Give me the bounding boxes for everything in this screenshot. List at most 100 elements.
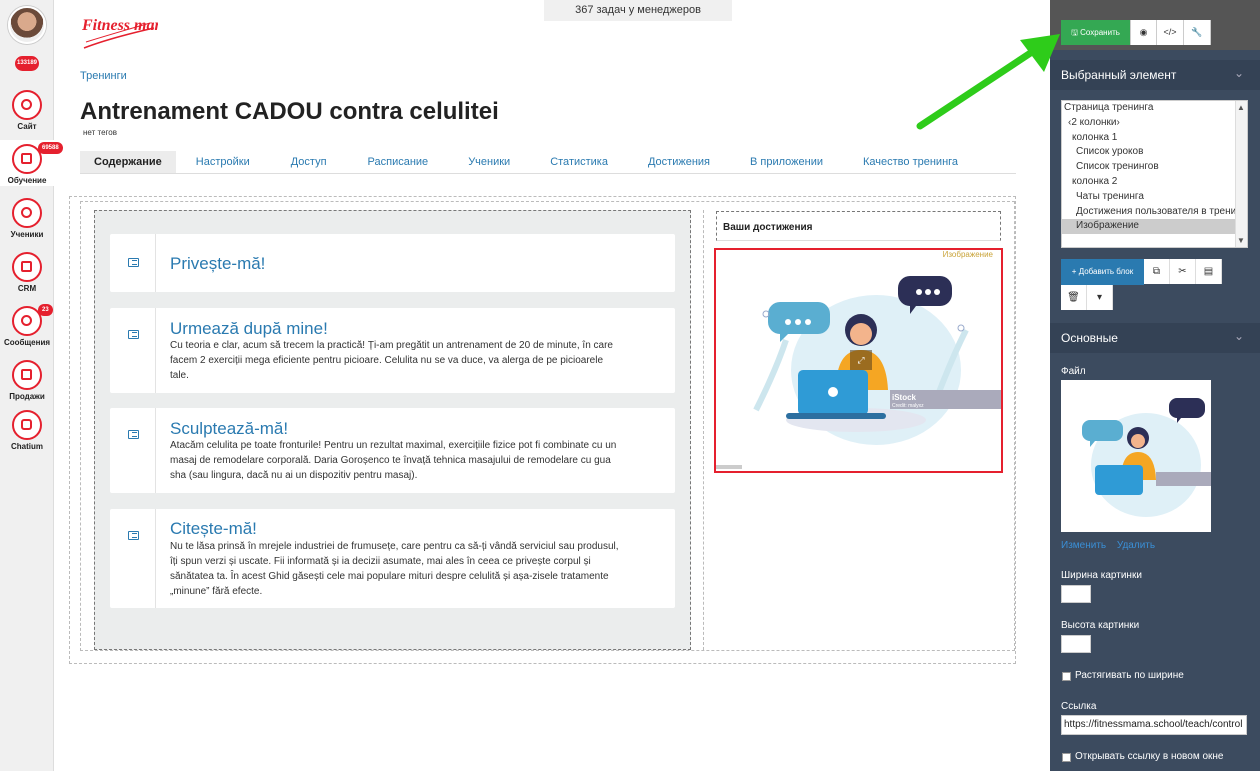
lesson-list-icon [110, 408, 156, 493]
tab-training-quality[interactable]: Качество тренинга [843, 151, 978, 173]
lesson-card[interactable]: Urmează după mine! Cu teoria e clar, acu… [110, 308, 675, 393]
paste-icon[interactable]: ▤ [1196, 259, 1222, 284]
nav-badge: 23 [38, 304, 53, 316]
globe-icon [12, 90, 42, 120]
chatium-icon [12, 410, 42, 440]
tree-scrollbar[interactable] [1235, 101, 1247, 247]
lesson-card[interactable]: Privește-mă! [110, 234, 675, 292]
tab-bar: Содержание Настройки Доступ Расписание У… [80, 151, 1016, 174]
expand-icon[interactable]: ⤢ [850, 350, 872, 370]
preview-eye-icon[interactable]: ◉ [1131, 20, 1157, 45]
element-tree[interactable]: Страница тренинга ‹2 колонки› колонка 1 … [1061, 100, 1248, 248]
nav-item-crm[interactable]: CRM [0, 252, 54, 293]
lesson-description: Nu te lăsa prinsă în mrejele industriei … [170, 541, 619, 597]
achievements-block[interactable]: Ваши достижения [716, 211, 1001, 241]
tree-item[interactable]: Достижения пользователя в тренинге [1062, 205, 1247, 220]
link-input[interactable]: https://fitnessmama.school/teach/control [1061, 715, 1247, 735]
user-icon [12, 198, 42, 228]
tree-item[interactable]: Чаты тренинга [1062, 190, 1247, 205]
lesson-title[interactable]: Citește-mă! [170, 519, 257, 539]
nav-badge: 69588 [38, 142, 63, 154]
wallet-icon [12, 360, 42, 390]
save-button[interactable]: 🖫 Сохранить [1061, 20, 1131, 45]
lesson-description: Cu teoria e clar, acum să trecem la prac… [170, 340, 613, 381]
nav-item-chatium[interactable]: Chatium [0, 410, 54, 451]
scissors-icon[interactable]: ✂ [1170, 259, 1196, 284]
file-thumbnail[interactable] [1061, 380, 1211, 532]
chevron-down-icon[interactable]: ⌄ [1234, 66, 1244, 80]
new-window-label: Открывать ссылку в новом окне [1075, 751, 1224, 762]
tree-item[interactable]: Список уроков [1062, 145, 1247, 160]
caret-down-icon[interactable]: ▾ [1087, 285, 1113, 310]
chat-icon: 23 [12, 304, 53, 336]
tab-in-app[interactable]: В приложении [730, 151, 843, 173]
avatar[interactable] [8, 6, 46, 44]
panel-section-title: Основные [1061, 331, 1118, 345]
file-label: Файл [1061, 366, 1086, 377]
file-actions: Изменить Удалить [1061, 540, 1163, 551]
tab-schedule[interactable]: Расписание [348, 151, 449, 173]
tree-item[interactable]: колонка 1 [1062, 131, 1247, 146]
tree-item-selected[interactable]: Изображение [1062, 219, 1247, 235]
istock-credit: Credit: malyxz [892, 403, 924, 409]
lesson-title[interactable]: Privește-mă! [170, 254, 265, 274]
nav-item-messages[interactable]: 23 Сообщения [0, 304, 54, 347]
lesson-card[interactable]: Sculptează-mă! Atacăm celulita pe toate … [110, 408, 675, 493]
nav-label: CRM [17, 284, 37, 293]
image-height-input[interactable] [1061, 635, 1091, 653]
fitness-mama-logo[interactable]: Fitness mama [80, 14, 158, 52]
image-block-selected[interactable]: iStock Credit: malyxz Изображение ⤢ [714, 248, 1003, 473]
lesson-list-icon [110, 509, 156, 608]
thumbnail-image [1082, 398, 1211, 517]
tree-item[interactable]: Страница тренинга [1062, 101, 1247, 116]
nav-item-students[interactable]: Ученики [0, 198, 54, 239]
tab-content[interactable]: Содержание [80, 151, 176, 173]
change-file-link[interactable]: Изменить [1061, 540, 1106, 551]
tab-achievements[interactable]: Достижения [628, 151, 730, 173]
tab-settings[interactable]: Настройки [176, 151, 270, 173]
basic-section-header[interactable]: Основные ⌄ [1050, 323, 1260, 353]
nav-label: Сайт [17, 122, 37, 131]
tree-item[interactable]: колонка 2 [1062, 175, 1247, 190]
lesson-title[interactable]: Sculptează-mă! [170, 419, 288, 439]
nav-item-learning[interactable]: 69588 Обучение [0, 140, 63, 186]
image-width-input[interactable] [1061, 585, 1091, 603]
document-icon [12, 252, 42, 282]
tree-item[interactable]: Список тренингов [1062, 160, 1247, 175]
nav-label: Сообщения [3, 338, 51, 347]
tab-access[interactable]: Доступ [270, 151, 348, 173]
image-block-label: Изображение [942, 250, 993, 259]
trash-icon[interactable]: 🗑 [1061, 285, 1087, 310]
new-window-checkbox[interactable] [1062, 753, 1071, 762]
add-block-button[interactable]: + Добавить блок [1061, 259, 1144, 285]
istock-watermark: iStock [892, 393, 917, 402]
nav-item-sales[interactable]: Продажи [0, 360, 54, 401]
lesson-card[interactable]: Citește-mă! Nu te lăsa prinsă în mrejele… [110, 509, 675, 608]
stretch-checkbox[interactable] [1062, 672, 1071, 681]
chevron-down-icon[interactable]: ⌄ [1234, 329, 1244, 343]
lesson-title[interactable]: Urmează după mine! [170, 319, 328, 339]
manager-tasks-counter[interactable]: 367 задач у менеджеров [544, 0, 732, 21]
copy-icon[interactable]: ⧉ [1144, 259, 1170, 284]
play-icon: 69588 [12, 142, 63, 174]
breadcrumb[interactable]: Тренинги [80, 70, 127, 82]
tags-label[interactable]: нет тегов [83, 128, 117, 137]
nav-label: Chatium [11, 442, 43, 451]
save-button-label: Сохранить [1080, 28, 1120, 37]
tree-item[interactable]: ‹2 колонки› [1062, 116, 1247, 131]
link-label: Ссылка [1061, 701, 1097, 712]
nav-label: Обучение [7, 176, 47, 185]
delete-file-link[interactable]: Удалить [1117, 540, 1155, 551]
notification-counter[interactable]: 133189 [15, 56, 39, 71]
code-icon[interactable]: </> [1157, 20, 1184, 45]
tab-statistics[interactable]: Статистика [530, 151, 628, 173]
selected-element-header[interactable]: Выбранный элемент ⌄ [1050, 60, 1260, 90]
image-width-label: Ширина картинки [1061, 570, 1142, 581]
tab-students[interactable]: Ученики [448, 151, 530, 173]
lesson-list-icon [110, 234, 156, 292]
wrench-icon[interactable]: 🔧 [1184, 20, 1211, 45]
nav-item-site[interactable]: Сайт [0, 90, 54, 131]
stretch-label: Растягивать по ширине [1075, 670, 1184, 681]
page-title: Antrenament CADOU contra celulitei [80, 98, 499, 125]
nav-label: Продажи [9, 392, 45, 401]
